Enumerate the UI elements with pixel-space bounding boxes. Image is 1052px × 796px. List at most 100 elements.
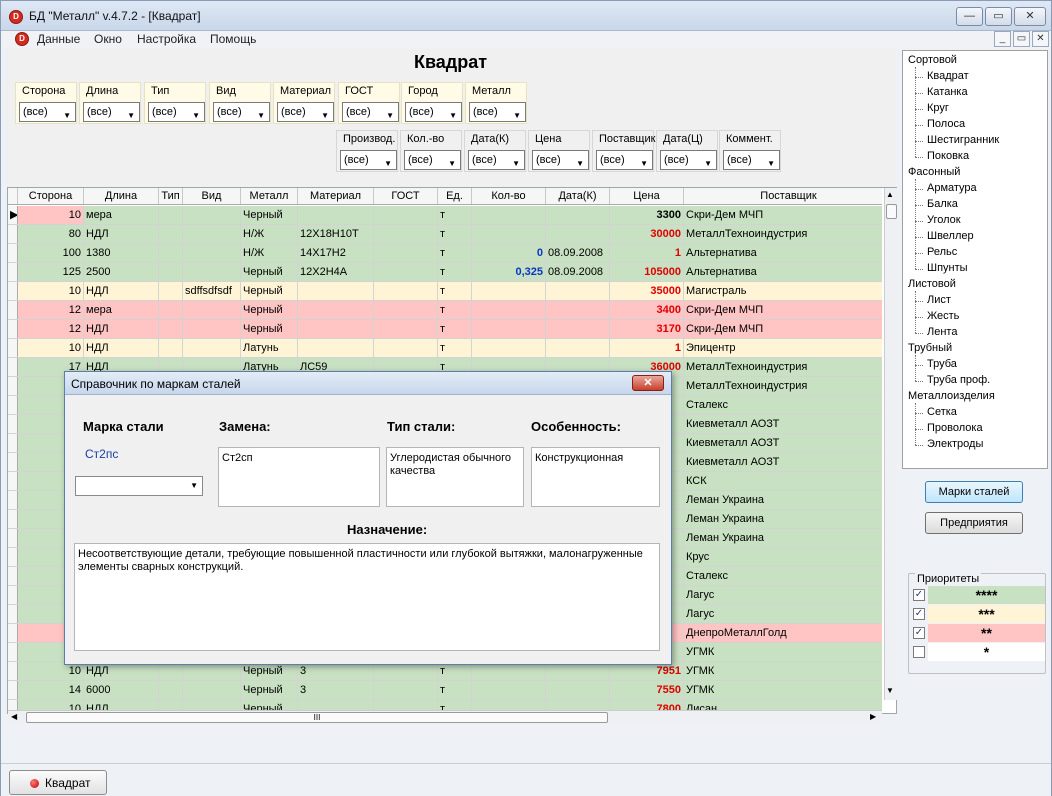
tree-item[interactable]: Лист bbox=[927, 294, 951, 306]
tree-group[interactable]: Металлоизделия bbox=[908, 390, 995, 402]
filter-select[interactable]: (все) ▼ bbox=[83, 102, 140, 122]
filter-select[interactable]: (все) ▼ bbox=[405, 102, 462, 122]
column-header[interactable]: Дата(К) bbox=[546, 188, 610, 204]
filter-select[interactable]: (все) ▼ bbox=[342, 102, 399, 122]
filter-select[interactable]: (все) ▼ bbox=[660, 150, 717, 170]
priority-checkbox[interactable]: ✓ bbox=[913, 589, 925, 601]
filter2-5: Дата(Ц) (все) ▼ bbox=[656, 130, 718, 172]
filter-select[interactable]: (все) ▼ bbox=[19, 102, 76, 122]
taskbar-window-button[interactable]: Квадрат bbox=[9, 770, 107, 795]
tree-group[interactable]: Фасонный bbox=[908, 166, 960, 178]
restore-button[interactable]: ▭ bbox=[985, 7, 1012, 26]
tree-group[interactable]: Трубный bbox=[908, 342, 952, 354]
mdi-minimize-button[interactable]: _ bbox=[994, 31, 1011, 47]
vertical-scrollbar[interactable]: ▲ ▼ bbox=[884, 188, 897, 700]
column-header[interactable]: Ед. bbox=[438, 188, 472, 204]
priority-checkbox[interactable] bbox=[913, 646, 925, 658]
tree-item[interactable]: Катанка bbox=[927, 86, 968, 98]
column-header[interactable]: Материал bbox=[298, 188, 374, 204]
tree-item[interactable]: Квадрат bbox=[927, 70, 969, 82]
vscroll-thumb[interactable] bbox=[886, 204, 897, 219]
filter-select[interactable]: (все) ▼ bbox=[340, 150, 397, 170]
purpose-field[interactable]: Несоответствующие детали, требующие повы… bbox=[74, 543, 660, 651]
filter-select[interactable]: (все) ▼ bbox=[532, 150, 589, 170]
mdi-restore-button[interactable]: ▭ bbox=[1013, 31, 1030, 47]
table-row[interactable]: 10 НДЛ Латунь т 1 Эпицентр bbox=[8, 339, 882, 358]
table-row[interactable]: 10 НДЛ sdffsdfsdf Черный т 35000 Магистраль bbox=[8, 282, 882, 301]
scroll-down-icon[interactable]: ▼ bbox=[886, 686, 894, 695]
tree-group[interactable]: Листовой bbox=[908, 278, 956, 290]
tree-item[interactable]: Уголок bbox=[927, 214, 961, 226]
table-row[interactable]: ▶ 10 мера Черный т 3300 Скри-Дем МЧП bbox=[8, 206, 882, 225]
table-row[interactable]: 80 НДЛ Н/Ж 12Х18Н10Т т 30000 МеталлТехноиндуст… bbox=[8, 225, 882, 244]
table-row[interactable]: 14 6000 Черный 3 т 7550 УГМК bbox=[8, 681, 882, 700]
column-header[interactable]: Кол-во bbox=[472, 188, 546, 204]
table-cell bbox=[183, 339, 241, 357]
table-row[interactable]: 12 мера Черный т 3400 Скри-Дем МЧП bbox=[8, 301, 882, 320]
scroll-left-icon[interactable]: ◀ bbox=[11, 712, 17, 721]
table-row[interactable]: 100 1380 Н/Ж 14Х17Н2 т 0 08.09.2008 1 Альтернати… bbox=[8, 244, 882, 263]
filter-select[interactable]: (все) ▼ bbox=[723, 150, 780, 170]
tree-item[interactable]: Поковка bbox=[927, 150, 969, 162]
tree-item[interactable]: Сетка bbox=[927, 406, 957, 418]
tree-item[interactable]: Шестигранник bbox=[927, 134, 999, 146]
tree-item[interactable]: Электроды bbox=[927, 438, 983, 450]
filter-select[interactable]: (все) ▼ bbox=[468, 150, 525, 170]
enterprises-button[interactable]: Предприятия bbox=[925, 512, 1023, 534]
mdi-doc-icon[interactable]: D bbox=[15, 32, 29, 46]
dialog-close-button[interactable]: ✕ bbox=[632, 375, 664, 391]
minimize-button[interactable]: — bbox=[956, 7, 983, 26]
filter-select[interactable]: (все) ▼ bbox=[277, 102, 334, 122]
column-header[interactable]: Поставщик bbox=[684, 188, 894, 204]
tree-connector bbox=[915, 301, 923, 302]
tree-connector bbox=[915, 77, 923, 78]
column-header[interactable]: Металл bbox=[241, 188, 298, 204]
tree-item[interactable]: Балка bbox=[927, 198, 958, 210]
column-header[interactable]: ГОСТ bbox=[374, 188, 438, 204]
replacement-field[interactable]: Ст2сп bbox=[218, 447, 380, 507]
tree-item[interactable]: Швеллер bbox=[927, 230, 974, 242]
filter-select[interactable]: (все) ▼ bbox=[404, 150, 461, 170]
scroll-up-icon[interactable]: ▲ bbox=[886, 190, 894, 199]
grade-select[interactable]: ▼ bbox=[75, 476, 203, 496]
menu-window[interactable]: Окно bbox=[94, 32, 122, 46]
table-row[interactable]: 12 НДЛ Черный т 3170 Скри-Дем МЧП bbox=[8, 320, 882, 339]
column-header[interactable]: Тип bbox=[159, 188, 183, 204]
menu-help[interactable]: Помощь bbox=[210, 32, 256, 46]
filter-select[interactable]: (все) ▼ bbox=[148, 102, 205, 122]
tree-item[interactable]: Труба bbox=[927, 358, 957, 370]
column-header[interactable]: Сторона bbox=[18, 188, 84, 204]
steel-grades-button[interactable]: Марки сталей bbox=[925, 481, 1023, 503]
steel-type-field[interactable]: Углеродистая обычного качества bbox=[386, 447, 524, 507]
tree-item[interactable]: Шпунты bbox=[927, 262, 968, 274]
filter-select[interactable]: (все) ▼ bbox=[596, 150, 653, 170]
tree-item[interactable]: Круг bbox=[927, 102, 949, 114]
menu-data[interactable]: Данные bbox=[37, 32, 80, 46]
horizontal-scrollbar[interactable]: ◀ III ▶ bbox=[8, 710, 882, 723]
tree-group[interactable]: Сортовой bbox=[908, 54, 957, 66]
table-cell: Н/Ж bbox=[241, 225, 298, 243]
filter-select[interactable]: (все) ▼ bbox=[213, 102, 270, 122]
menu-settings[interactable]: Настройка bbox=[137, 32, 196, 46]
table-row[interactable]: 10 НДЛ Черный т 7800 Лисан bbox=[8, 700, 882, 710]
priority-checkbox[interactable]: ✓ bbox=[913, 627, 925, 639]
tree-item[interactable]: Арматура bbox=[927, 182, 977, 194]
column-header[interactable]: Вид bbox=[183, 188, 241, 204]
filter-select[interactable]: (все) ▼ bbox=[469, 102, 526, 122]
tree-item[interactable]: Проволока bbox=[927, 422, 983, 434]
table-row[interactable]: 125 2500 Черный 12Х2Н4А т 0,325 08.09.2008 1050… bbox=[8, 263, 882, 282]
close-button[interactable]: ✕ bbox=[1014, 7, 1046, 26]
scroll-right-icon[interactable]: ▶ bbox=[870, 712, 876, 721]
tree-item[interactable]: Полоса bbox=[927, 118, 965, 130]
tree-item[interactable]: Рельс bbox=[927, 246, 957, 258]
feature-field[interactable]: Конструкционная bbox=[531, 447, 660, 507]
column-header[interactable]: Цена bbox=[610, 188, 684, 204]
priority-checkbox[interactable]: ✓ bbox=[913, 608, 925, 620]
hscroll-thumb[interactable]: III bbox=[26, 712, 608, 723]
column-header[interactable]: Длина bbox=[84, 188, 159, 204]
tree-item[interactable]: Лента bbox=[927, 326, 957, 338]
tree-item[interactable]: Труба проф. bbox=[927, 374, 990, 386]
mdi-close-button[interactable]: ✕ bbox=[1032, 31, 1049, 47]
column-header[interactable] bbox=[8, 188, 18, 204]
tree-item[interactable]: Жесть bbox=[927, 310, 959, 322]
